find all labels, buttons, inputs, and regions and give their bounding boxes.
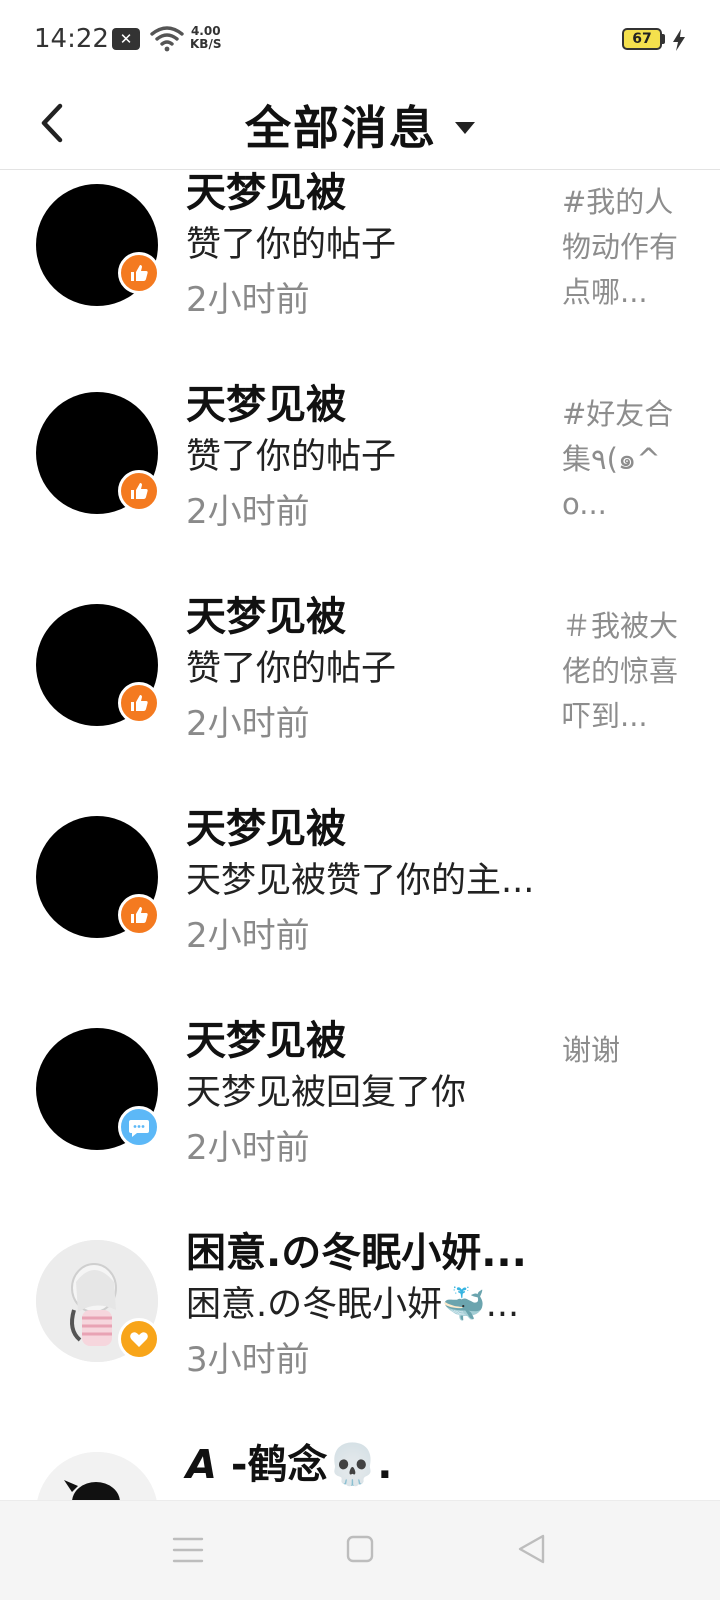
post-preview: ＃我被大佬的惊喜吓到... (562, 609, 679, 733)
header: 全部消息 (0, 80, 720, 170)
message-action: 赞了你的帖子 (186, 437, 397, 477)
title-dropdown[interactable]: 全部消息 (0, 80, 720, 170)
message-item[interactable]: 天梦见被 天梦见被赞了你的主... 2小时前 (0, 796, 720, 1008)
message-item[interactable]: 天梦见被 天梦见被回复了你 2小时前 谢谢 (0, 1008, 720, 1220)
sender-name: 𝘼 -鹤念💀. (186, 1442, 393, 1488)
heart-badge (118, 1318, 160, 1360)
thumbs-up-icon (131, 483, 148, 499)
message-item[interactable]: 𝘼 -鹤念💀. (0, 1432, 720, 1500)
wifi-icon (150, 26, 184, 52)
message-action: 赞了你的帖子 (186, 225, 397, 265)
thumbs-up-icon (131, 265, 148, 281)
message-time: 2小时前 (186, 280, 310, 320)
status-bar: 14:22 ✕ 4.00 KB/S 67 (0, 0, 720, 80)
status-time: 14:22 (34, 24, 109, 54)
battery-indicator: 67 (622, 28, 662, 50)
message-time: 2小时前 (186, 492, 310, 532)
reply-preview: 谢谢 (562, 1033, 621, 1067)
message-item[interactable]: 困意.の冬眠小妍... 困意.の冬眠小妍🐳... 3小时前 (0, 1220, 720, 1432)
system-navigation-bar (0, 1500, 720, 1600)
message-action: 天梦见被回复了你 (186, 1073, 467, 1113)
like-badge (118, 894, 160, 936)
message-time: 2小时前 (186, 1128, 310, 1168)
battery-tip (662, 34, 665, 44)
chat-bubble-icon (129, 1120, 149, 1137)
network-speed: 4.00 KB/S (190, 25, 221, 51)
message-item[interactable]: 天梦见被 赞了你的帖子 2小时前 #我的人物动作有点哪... (0, 170, 720, 372)
page-title: 全部消息 (245, 101, 437, 155)
back-triangle-icon[interactable] (515, 1532, 549, 1566)
sender-name: 天梦见被 (186, 170, 346, 216)
dropdown-caret-icon (455, 122, 475, 134)
sender-name: 天梦见被 (186, 382, 346, 428)
sender-name: 天梦见被 (186, 594, 346, 640)
screen: 14:22 ✕ 4.00 KB/S 67 全部消息 天梦见被 赞了你的帖子 2小… (0, 0, 720, 1600)
heart-icon (130, 1332, 148, 1347)
network-speed-unit: KB/S (190, 37, 222, 51)
menu-icon[interactable] (172, 1535, 204, 1565)
charging-bolt-icon (673, 29, 685, 51)
home-square-icon[interactable] (345, 1534, 375, 1564)
message-action: 天梦见被赞了你的主... (186, 861, 535, 901)
post-preview: #好友合集٩(๑^o... (562, 397, 674, 521)
message-item[interactable]: 天梦见被 赞了你的帖子 2小时前 #好友合集٩(๑^o... (0, 372, 720, 584)
notification-close-icon: ✕ (112, 28, 140, 50)
sender-name: 困意.の冬眠小妍... (186, 1230, 527, 1276)
message-time: 2小时前 (186, 704, 310, 744)
avatar-image (36, 1452, 158, 1500)
thumbs-up-icon (131, 695, 148, 711)
reply-badge (118, 1106, 160, 1148)
message-list: 天梦见被 赞了你的帖子 2小时前 #我的人物动作有点哪... 天梦见被 赞了你的… (0, 170, 720, 1500)
sender-name: 天梦见被 (186, 1018, 346, 1064)
message-item[interactable]: 天梦见被 赞了你的帖子 2小时前 ＃我被大佬的惊喜吓到... (0, 584, 720, 796)
message-time: 3小时前 (186, 1340, 310, 1380)
message-action: 赞了你的帖子 (186, 649, 397, 689)
like-badge (118, 252, 160, 294)
thumbs-up-icon (131, 907, 148, 923)
like-badge (118, 682, 160, 724)
message-action: 困意.の冬眠小妍🐳... (186, 1285, 520, 1325)
sender-name: 天梦见被 (186, 806, 346, 852)
post-preview: #我的人物动作有点哪... (562, 185, 679, 309)
avatar[interactable] (36, 1452, 158, 1500)
message-time: 2小时前 (186, 916, 310, 956)
like-badge (118, 470, 160, 512)
